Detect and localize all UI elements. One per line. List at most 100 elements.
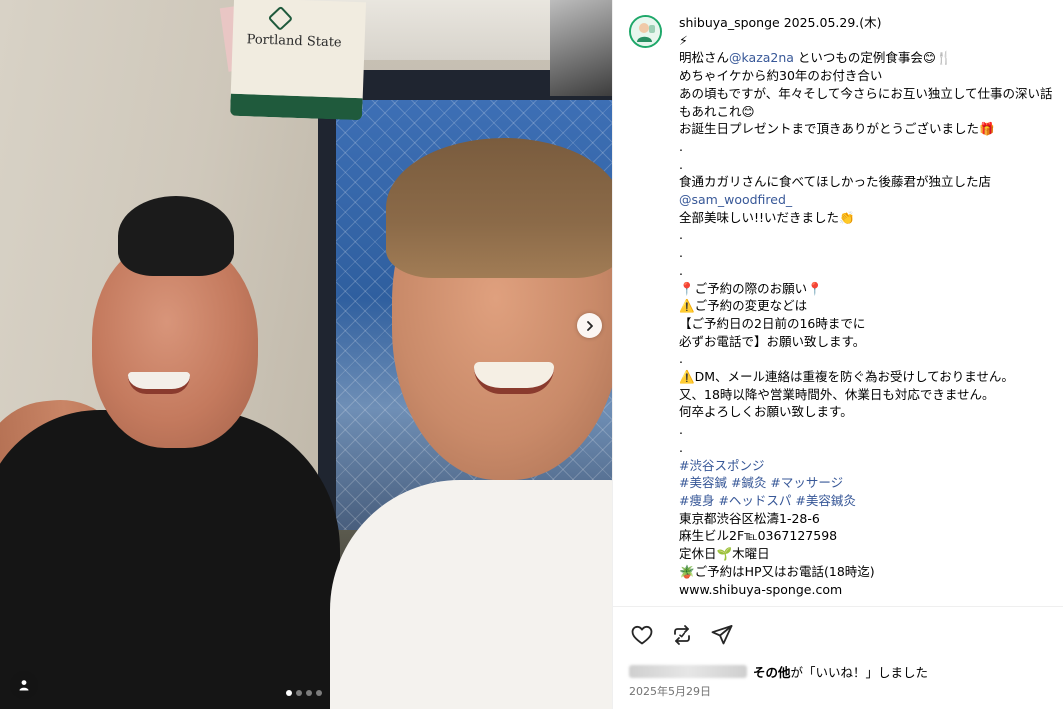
caption-text: あの頃もですが、年々そして今さらにお互い独立して仕事の深い話もあれこれ😊 [679,85,1053,119]
caption-line: 必ずお電話で】お願い致します。 [679,333,1054,351]
avatar-illustration-icon [631,17,660,46]
like-button[interactable] [629,622,655,648]
caption-line: . [679,138,1054,156]
carousel-indicator [286,690,322,696]
caption-body: ⚡ 明松さん@kaza2na といつもの定例食事会😊🍴 めちゃイケから約30年のお付… [679,32,1054,599]
caption-line: 明松さん@kaza2na といつもの定例食事会😊🍴 [679,49,1054,67]
caption-line: . [679,156,1054,174]
carousel-dot [286,690,292,696]
carousel-dot [306,690,312,696]
caption-text: 🪴ご予約はHP又はお電話(18時迄) [679,563,875,579]
caption-line: 🪴ご予約はHP又はお電話(18時迄) [679,563,1054,581]
caption-text: 何卒よろしくお願い致します。 [679,404,853,420]
caption-header: shibuya_sponge 2025.05.29.(木) [679,14,1054,32]
tagged-users-button[interactable] [10,671,38,699]
caption-line: 全部美味しい!!いだきました👏 [679,209,1054,227]
caption-line: お誕生日プレゼントまで頂きありがとうございました🎁 [679,120,1054,138]
photo-person-right-smile [474,362,554,394]
repost-icon [674,625,690,645]
caption-text: . [679,422,683,438]
likes-others-link[interactable]: その他 [753,662,791,681]
caption-line: あの頃もですが、年々そして今さらにお互い独立して仕事の深い話もあれこれ😊 [679,85,1054,120]
mention-link[interactable]: @kaza2na [729,50,794,65]
caption-text: . [679,227,683,243]
photo-tote-bag: Portland State [229,0,367,121]
next-photo-button[interactable] [577,313,602,338]
chevron-right-icon [586,320,593,331]
caption-line: #痩身 #ヘッドスパ #美容鍼灸 [679,492,1054,510]
caption-line: めちゃイケから約30年のお付き合い [679,67,1054,85]
divider [613,606,1063,607]
mention-link[interactable]: @sam_woodfired_ [679,192,792,207]
caption-text: 東京都渋谷区松濤1-28-6 [679,510,820,526]
carousel-dot [296,690,302,696]
caption-line: 【ご予約日の2日前の16時までに [679,315,1054,333]
photo-person-left-smile [128,372,190,394]
caption-line: @sam_woodfired_ [679,191,1054,209]
caption-text: 📍ご予約の際のお願い📍 [679,280,823,296]
photo-bag [550,0,612,96]
caption-line: 何卒よろしくお願い致します。 [679,403,1054,421]
post-caption: shibuya_sponge 2025.05.29.(木) ⚡ 明松さん@kaza… [679,14,1054,598]
caption-line: #渋谷スポンジ [679,457,1054,475]
caption-text: ⚡ [679,32,688,48]
heart-icon [631,625,653,645]
caption-text: めちゃイケから約30年のお付き合い [679,68,883,84]
tote-logo-icon [267,5,294,32]
hashtag-links[interactable]: #渋谷スポンジ [679,458,764,473]
caption-text: . [679,138,683,154]
caption-text: お誕生日プレゼントまで頂きありがとうございました🎁 [679,121,995,137]
photo-person-left-body [0,410,340,709]
avatar[interactable] [629,15,662,48]
caption-line: 定休日🌱木曜日 [679,545,1054,563]
caption-line: ⚠️ご予約の変更などは [679,297,1054,315]
caption-line: . [679,262,1054,280]
caption-line: #美容鍼 #鍼灸 #マッサージ [679,474,1054,492]
post-photo[interactable]: Portland State [0,0,612,709]
post-actions [629,622,735,648]
caption-text: ⚠️ご予約の変更などは [679,298,808,314]
caption-text: 全部美味しい!!いだきました👏 [679,209,855,225]
caption-text: . [679,262,683,278]
caption-line: . [679,421,1054,439]
caption-text: 【ご予約日の2日前の16時までに [679,315,866,331]
caption-text: www.shibuya-sponge.com [679,581,843,597]
liker-name-blurred[interactable] [629,665,747,678]
caption-line: . [679,439,1054,457]
caption-line: . [679,350,1054,368]
post-timestamp[interactable]: 2025年5月29日 [629,683,711,699]
caption-line: 東京都渋谷区松濤1-28-6 [679,510,1054,528]
caption-text: . [679,245,683,261]
tote-text: Portland State [246,32,342,51]
caption-line: . [679,244,1054,262]
caption-text: 必ずお電話で】お願い致します。 [679,333,866,349]
hashtag-links[interactable]: #痩身 #ヘッドスパ #美容鍼灸 [679,493,856,508]
caption-text: . [679,439,683,455]
share-button[interactable] [709,622,735,648]
caption-text: といつもの定例食事会😊🍴 [793,50,952,66]
photo-person-right-body [330,480,612,709]
caption-text: 明松さん [679,50,730,66]
username-link[interactable]: shibuya_sponge [679,15,780,30]
caption-text: . [679,351,683,367]
likes-summary: その他 が「いいね！」しました [629,662,928,681]
caption-text: 又、18時以降や営業時間外、休業日も対応できません。 [679,386,995,402]
caption-line: ⚠️DM、メール連絡は重複を防ぐ為お受けしておりません。 [679,368,1054,386]
user-icon [19,680,29,691]
caption-text: 麻生ビル2F℡0367127598 [679,528,838,544]
hashtag-links[interactable]: #美容鍼 #鍼灸 #マッサージ [679,475,843,490]
carousel-dot [316,690,322,696]
caption-date: 2025.05.29.(木) [783,15,882,30]
caption-text: ⚠️DM、メール連絡は重複を防ぐ為お受けしておりません。 [679,369,1014,385]
caption-line: 📍ご予約の際のお願い📍 [679,280,1054,298]
caption-line: 食通カガリさんに食べてほしかった後藤君が独立した店 [679,173,1054,191]
post-sidebar: shibuya_sponge 2025.05.29.(木) ⚡ 明松さん@kaza… [612,0,1063,709]
caption-line: ⚡ [679,32,1054,50]
caption-text: . [679,156,683,172]
caption-area[interactable]: shibuya_sponge 2025.05.29.(木) ⚡ 明松さん@kaza… [613,0,1063,606]
repost-button[interactable] [669,622,695,648]
caption-line: 麻生ビル2F℡0367127598 [679,527,1054,545]
likes-text: が「いいね！」しました [790,665,929,680]
photo-person-right-hair [386,138,612,278]
caption-line: . [679,226,1054,244]
